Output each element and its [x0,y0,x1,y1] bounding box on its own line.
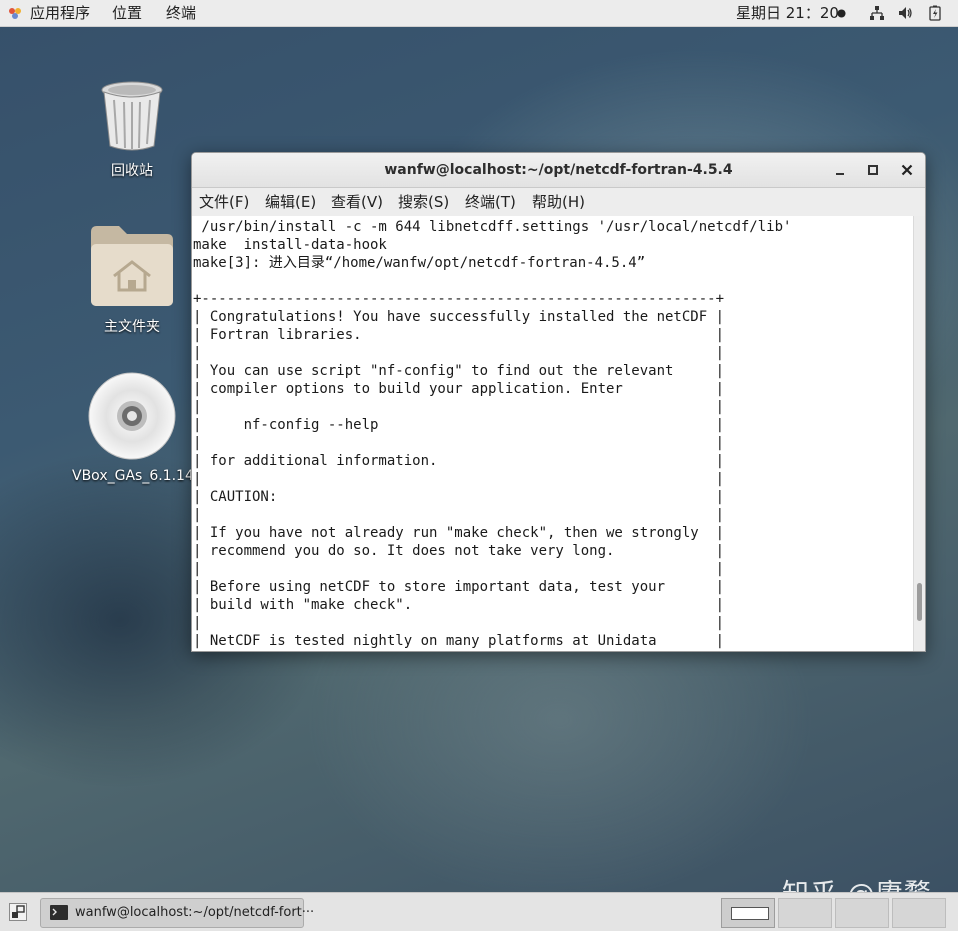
terminal-text: /usr/bin/install -c -m 644 libnetcdff.se… [192,216,913,650]
battery-icon[interactable] [927,5,943,21]
terminal-line: | build with "make check". | [193,597,725,613]
window-title: wanfw@localhost:~/opt/netcdf-fortran-4.5… [384,162,733,178]
network-icon[interactable] [869,5,885,21]
apps-menu-icon[interactable] [7,5,23,21]
terminal-app-menu[interactable]: 终端 [166,3,196,23]
terminal-line: | nf-config --help | [193,417,725,433]
home-folder-icon [91,226,173,306]
home-label: 主文件夹 [104,319,160,335]
terminal-line: +---------------------------------------… [193,291,725,307]
terminal-app-icon [50,905,68,920]
desktop-icon-home[interactable]: 主文件夹 [72,224,192,336]
volume-icon[interactable] [897,5,913,21]
disc-label: VBox_GAs_6.1.14 [72,468,194,484]
menu-help[interactable]: 帮助(H) [532,192,585,212]
menu-edit[interactable]: 编辑(E) [265,192,316,212]
applications-menu[interactable]: 应用程序 [30,3,90,23]
maximize-icon[interactable] [863,160,883,180]
terminal-scrollbar[interactable] [913,216,925,651]
desktop-icon-disc[interactable]: VBox_GAs_6.1.14 [72,372,194,484]
terminal-line: | | [193,507,725,523]
terminal-line: /usr/bin/install -c -m 644 libnetcdff.se… [193,219,792,235]
notification-dot-icon [837,9,846,18]
bottom-panel: wanfw@localhost:~/opt/netcdf-fort··· [0,892,958,931]
show-desktop-icon[interactable] [9,903,27,921]
terminal-line: | for additional information. | [193,453,725,469]
terminal-line: make[3]: 进入目录“/home/wanfw/opt/netcdf-for… [193,255,646,271]
top-panel: 应用程序 位置 终端 星期日 21：20 [0,0,958,27]
terminal-line: | | [193,435,725,451]
trash-label: 回收站 [111,163,153,179]
optical-disc-icon [88,372,176,460]
trash-icon [101,81,163,151]
terminal-menubar: 文件(F) 编辑(E) 查看(V) 搜索(S) 终端(T) 帮助(H) [192,188,925,216]
terminal-line: | You can use script "nf-config" to find… [193,363,725,379]
terminal-titlebar[interactable]: wanfw@localhost:~/opt/netcdf-fortran-4.5… [192,153,925,188]
terminal-line: | | [193,471,725,487]
workspace-1-window-preview [731,907,769,920]
workspace-1[interactable] [721,898,775,928]
minimize-icon[interactable] [830,160,850,180]
terminal-line: make install-data-hook [193,237,387,253]
workspace-2[interactable] [778,898,832,928]
terminal-line: | If you have not already run "make chec… [193,525,725,541]
terminal-line: | | [193,399,725,415]
terminal-line: | Before using netCDF to store important… [193,579,725,595]
taskbar-task-label: wanfw@localhost:~/opt/netcdf-fort··· [75,905,315,920]
terminal-line: | NetCDF is tested nightly on many platf… [193,633,725,649]
taskbar-terminal-button[interactable]: wanfw@localhost:~/opt/netcdf-fort··· [40,898,314,928]
terminal-line: | recommend you do so. It does not take … [193,543,725,559]
terminal-line: | | [193,561,725,577]
places-menu[interactable]: 位置 [112,3,142,23]
desktop-icon-trash[interactable]: 回收站 [72,80,192,180]
clock[interactable]: 星期日 21：20 [736,3,839,23]
scrollbar-thumb[interactable] [917,583,922,622]
terminal-line: | | [193,345,725,361]
terminal-line: | Congratulations! You have successfully… [193,309,725,325]
menu-view[interactable]: 查看(V) [331,192,383,212]
terminal-output[interactable]: /usr/bin/install -c -m 644 libnetcdff.se… [192,216,913,651]
menu-search[interactable]: 搜索(S) [398,192,449,212]
terminal-line: | compiler options to build your applica… [193,381,725,397]
workspace-3[interactable] [835,898,889,928]
terminal-line: | CAUTION: | [193,489,725,505]
workspace-4[interactable] [892,898,946,928]
close-icon[interactable] [897,160,917,180]
terminal-window[interactable]: wanfw@localhost:~/opt/netcdf-fortran-4.5… [191,152,926,652]
terminal-line: | Fortran libraries. | [193,327,725,343]
terminal-line: | | [193,615,725,631]
menu-file[interactable]: 文件(F) [199,192,249,212]
menu-terminal[interactable]: 终端(T) [465,192,516,212]
